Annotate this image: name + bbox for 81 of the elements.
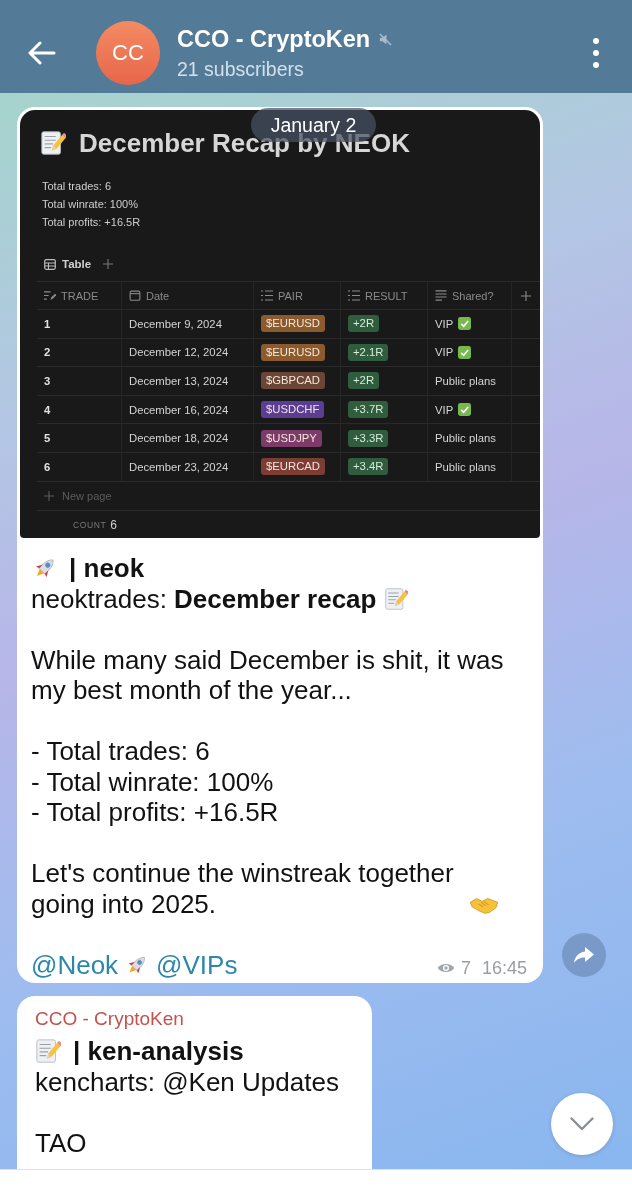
message-heading: | ken-analysis bbox=[73, 1036, 244, 1067]
column-header: PAIR bbox=[278, 289, 303, 302]
trade-number: 6 bbox=[44, 460, 51, 473]
trade-number: 5 bbox=[44, 432, 51, 445]
trade-date: December 12, 2024 bbox=[129, 346, 229, 359]
shared-value: Public plans bbox=[435, 375, 496, 387]
forward-button[interactable] bbox=[562, 933, 606, 977]
shared-value: Public plans bbox=[435, 432, 496, 445]
memo-icon bbox=[40, 129, 66, 157]
menu-icon bbox=[593, 38, 599, 68]
pair-tag: $EURUSD bbox=[261, 343, 325, 361]
plus-icon bbox=[44, 490, 54, 501]
count-label: COUNT bbox=[73, 519, 107, 530]
result-tag: +2R bbox=[348, 315, 380, 333]
pair-tag: $USDCHF bbox=[261, 401, 325, 419]
result-tag: +2R bbox=[348, 372, 380, 390]
view-count: 7 bbox=[460, 956, 471, 979]
back-arrow-icon bbox=[28, 41, 56, 65]
view-label: Table bbox=[62, 258, 92, 270]
summary-line: Total winrate: 100% bbox=[42, 197, 138, 212]
column-header: Shared? bbox=[452, 289, 494, 302]
message-time: 16:45 bbox=[481, 956, 527, 979]
result-tag: +3.3R bbox=[348, 429, 389, 447]
text-lines-icon bbox=[435, 290, 447, 301]
calendar-icon bbox=[129, 290, 141, 301]
trade-number: 1 bbox=[44, 317, 51, 330]
result-tag: +3.7R bbox=[348, 401, 389, 419]
memo-icon bbox=[35, 1037, 61, 1066]
summary-line: Total profits: +16.5R bbox=[42, 215, 141, 230]
list-icon bbox=[348, 290, 360, 301]
channel-avatar[interactable]: CC bbox=[96, 21, 160, 85]
pair-tag: $USDJPY bbox=[261, 429, 322, 447]
trade-date: December 23, 2024 bbox=[129, 460, 229, 473]
shared-value: VIP bbox=[435, 346, 454, 359]
trade-date: December 9, 2024 bbox=[129, 317, 222, 330]
sender-name: CCO - CryptoKen bbox=[35, 1008, 184, 1029]
plus-icon bbox=[103, 259, 114, 269]
memo-icon bbox=[384, 585, 409, 612]
message-text: Let's continue the winstreak together going into 2025. bbox=[31, 858, 455, 919]
mention-link[interactable]: @VIPs bbox=[156, 949, 238, 980]
eye-icon bbox=[436, 961, 455, 974]
share-arrow-icon bbox=[574, 947, 594, 963]
trade-number: 4 bbox=[44, 403, 51, 416]
column-header: Date bbox=[146, 289, 170, 302]
pair-tag: $EURUSD bbox=[261, 315, 325, 333]
stat-line: - Total profits: +16.5R bbox=[31, 797, 279, 827]
chevron-down-icon bbox=[570, 1117, 594, 1131]
table-icon bbox=[44, 258, 56, 270]
stat-line: - Total trades: 6 bbox=[31, 736, 210, 766]
scroll-down-button[interactable] bbox=[551, 1093, 613, 1155]
count-value: 6 bbox=[110, 517, 117, 532]
channel-title: CCO - CryptoKen bbox=[177, 25, 371, 53]
summary-line: Total trades: 6 bbox=[42, 179, 112, 194]
back-button[interactable] bbox=[28, 41, 56, 65]
new-page-label: New page bbox=[62, 489, 112, 502]
trade-date: December 13, 2024 bbox=[129, 375, 229, 387]
more-menu-button[interactable] bbox=[593, 38, 599, 68]
pair-tag: $EURCAD bbox=[261, 458, 325, 476]
shared-value: VIP bbox=[435, 403, 454, 416]
message-heading: | neok bbox=[69, 553, 145, 584]
stat-line: - Total winrate: 100% bbox=[31, 766, 274, 797]
result-tag: +2.1R bbox=[348, 343, 389, 361]
mention-link[interactable]: @Neok bbox=[31, 949, 119, 980]
result-tag: +3.4R bbox=[348, 458, 389, 476]
trade-number: 2 bbox=[44, 346, 51, 359]
lines-pencil-icon bbox=[44, 290, 56, 301]
column-header: TRADE bbox=[61, 289, 99, 302]
shared-value: VIP bbox=[435, 317, 454, 330]
message-caption: kencharts: @Ken Updates bbox=[35, 1066, 339, 1097]
message-caption: neoktrades: December recap bbox=[31, 583, 377, 614]
message-text: TAO bbox=[35, 1127, 87, 1158]
column-header: RESULT bbox=[365, 289, 408, 302]
subscriber-count: 21 subscribers bbox=[177, 57, 304, 81]
trade-date: December 16, 2024 bbox=[129, 403, 229, 416]
list-icon bbox=[261, 290, 273, 301]
pair-tag: $GBPCAD bbox=[261, 372, 325, 390]
shared-value: Public plans bbox=[435, 460, 496, 473]
message-text: While many said December is shit, it was my best month of the year... bbox=[31, 644, 504, 705]
trade-number: 3 bbox=[44, 375, 51, 387]
plus-icon bbox=[521, 290, 531, 301]
trade-date: December 18, 2024 bbox=[129, 432, 229, 445]
